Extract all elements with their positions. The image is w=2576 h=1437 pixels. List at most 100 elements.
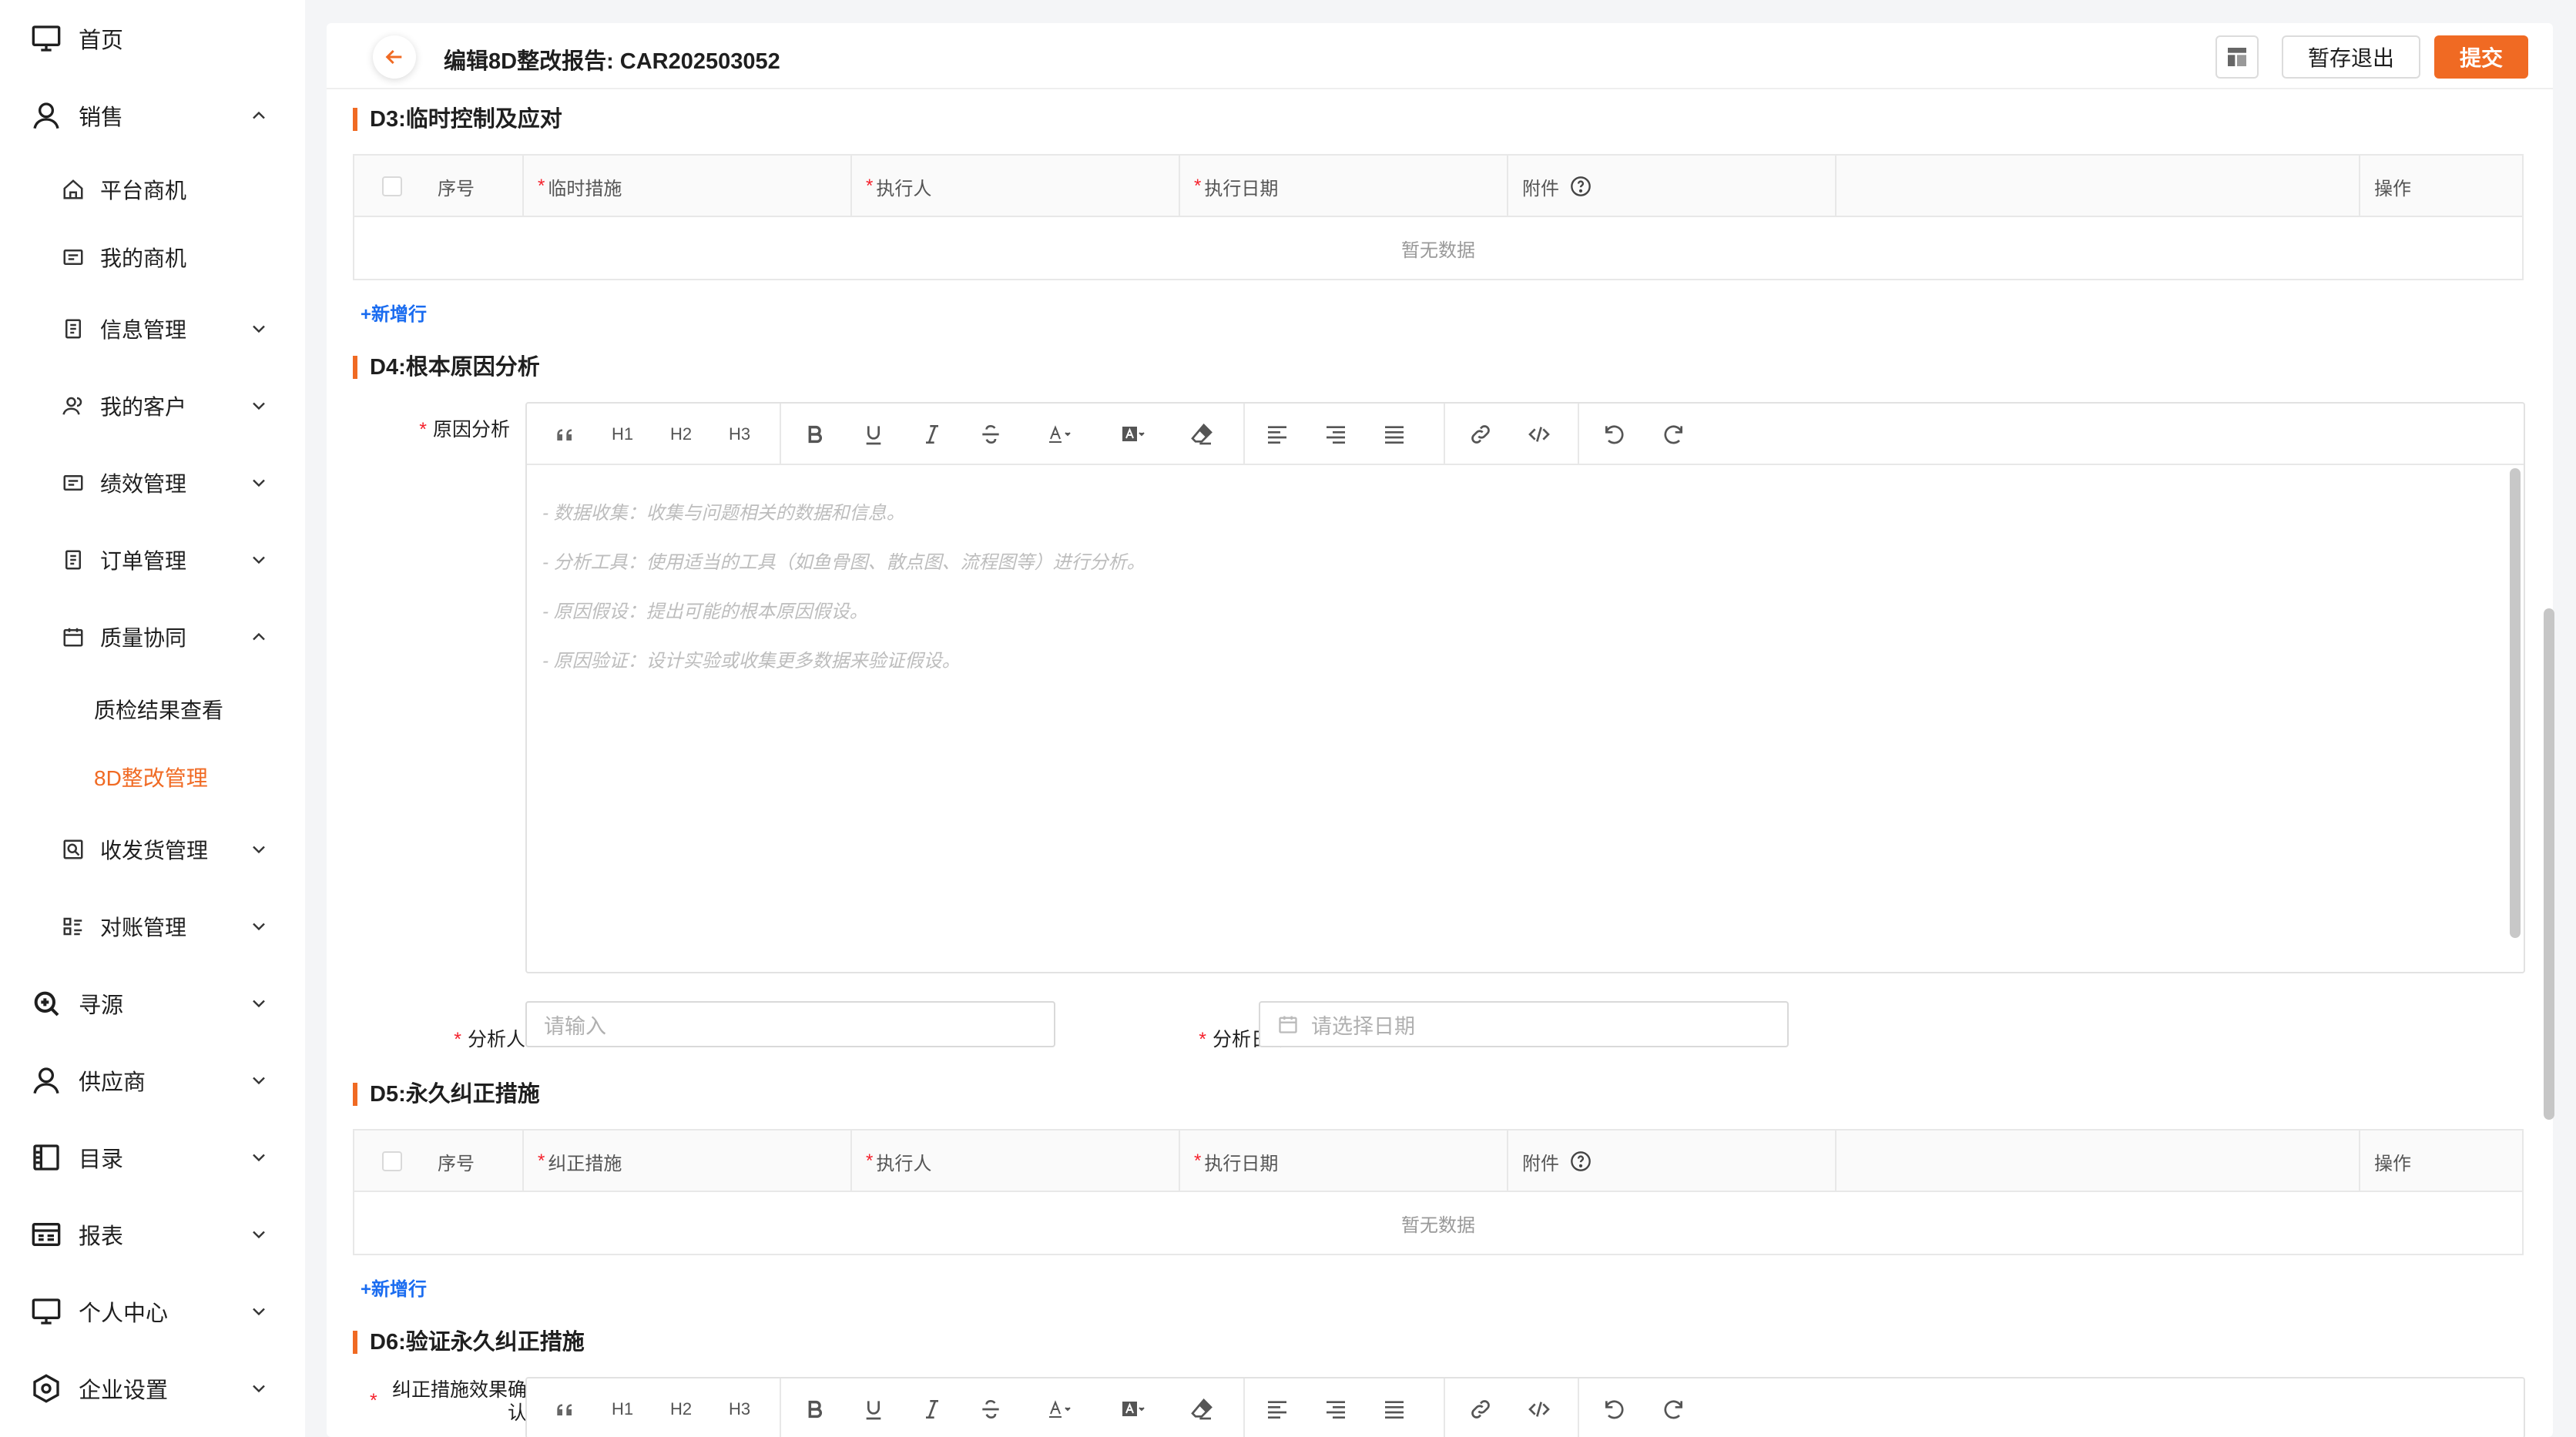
col-index: 序号 (416, 156, 524, 217)
h3-button[interactable]: H3 (724, 419, 755, 450)
h1-button[interactable]: H1 (607, 419, 638, 450)
col-measure: * 临时措施 (524, 156, 852, 217)
code-button[interactable] (1524, 419, 1555, 450)
align-left-button[interactable] (1262, 1394, 1293, 1425)
nav-label: 我的客户 (100, 395, 187, 419)
background-color-button[interactable] (1112, 1394, 1156, 1425)
analyst-input[interactable]: 请输入 (525, 1001, 1055, 1047)
code-button[interactable] (1524, 1394, 1555, 1425)
col-label: 临时措施 (548, 178, 622, 199)
help-icon[interactable] (1570, 176, 1592, 197)
underline-button[interactable] (858, 1394, 889, 1425)
toolbar-divider (1243, 1378, 1245, 1437)
nav-sales[interactable]: 销售 (0, 85, 305, 146)
align-justify-button[interactable] (1379, 419, 1410, 450)
h3-button[interactable]: H3 (724, 1394, 755, 1425)
back-button[interactable] (373, 35, 416, 79)
page-scrollbar[interactable] (2544, 608, 2554, 1120)
chevron-down-icon (248, 839, 270, 860)
font-color-button[interactable] (1038, 1394, 1082, 1425)
align-right-button[interactable] (1320, 1394, 1351, 1425)
undo-button[interactable] (1599, 1394, 1630, 1425)
bold-icon (808, 1400, 822, 1419)
select-all-cell (354, 156, 416, 217)
align-left-button[interactable] (1262, 419, 1293, 450)
align-justify-button[interactable] (1379, 1394, 1410, 1425)
background-color-button[interactable] (1112, 419, 1156, 450)
align-right-button[interactable] (1320, 419, 1351, 450)
save-exit-button[interactable]: 暂存退出 (2282, 35, 2420, 79)
strikethrough-button[interactable] (975, 419, 1006, 450)
nav-supplier[interactable]: 供应商 (0, 1050, 305, 1111)
users-icon (62, 394, 85, 417)
nav-performance[interactable]: 绩效管理 (0, 452, 305, 514)
nav-reconciliation[interactable]: 对账管理 (0, 896, 305, 957)
strikethrough-button[interactable] (975, 1394, 1006, 1425)
label-text: 原因分析 (432, 419, 510, 440)
nav-personal-center[interactable]: 个人中心 (0, 1281, 305, 1342)
redo-button[interactable] (1658, 1394, 1689, 1425)
col-attachment: 附件 (1508, 156, 1836, 217)
select-all-checkbox[interactable] (382, 176, 402, 196)
nav-enterprise-settings[interactable]: 企业设置 (0, 1358, 305, 1419)
code-icon (1528, 1402, 1550, 1417)
effect-confirm-label: * 纠正措施效果确 认 (350, 1378, 527, 1425)
h1-button[interactable]: H1 (607, 1394, 638, 1425)
nav-shipping[interactable]: 收发货管理 (0, 819, 305, 880)
align-justify-icon (1385, 426, 1404, 444)
nav-inspection-results[interactable]: 质检结果查看 (0, 678, 305, 740)
section-title-d3: D3:临时控制及应对 (353, 108, 562, 131)
chevron-down-icon (248, 472, 270, 494)
select-all-checkbox[interactable] (382, 1151, 402, 1171)
nav-8d-management[interactable]: 8D整改管理 (0, 746, 305, 808)
nav-platform-opportunity[interactable]: 平台商机 (0, 159, 305, 220)
nav-sourcing[interactable]: 寻源 (0, 973, 305, 1034)
nav-label: 企业设置 (79, 1378, 169, 1403)
layout-toggle-button[interactable] (2215, 35, 2259, 79)
font-color-button[interactable] (1038, 419, 1082, 450)
nav-label: 订单管理 (100, 549, 187, 573)
arrow-left-icon (385, 49, 402, 65)
list-icon (62, 915, 85, 938)
nav-catalog[interactable]: 目录 (0, 1127, 305, 1188)
submit-button[interactable]: 提交 (2434, 35, 2528, 79)
nav-my-customers[interactable]: 我的客户 (0, 375, 305, 437)
clear-format-button[interactable] (1186, 419, 1217, 450)
help-icon[interactable] (1570, 1151, 1592, 1172)
editor-content[interactable]: - 数据收集：收集与问题相关的数据和信息。 - 分析工具：使用适当的工具（如鱼骨… (527, 465, 2524, 972)
nav-info-management[interactable]: 信息管理 (0, 298, 305, 360)
nav-orders[interactable]: 订单管理 (0, 529, 305, 591)
bold-icon (808, 425, 822, 444)
select-all-cell (354, 1131, 416, 1192)
h2-button[interactable]: H2 (666, 419, 696, 450)
table-header: 序号 * 纠正措施 * 执行人 * 执行日期 附件 操作 (354, 1131, 2522, 1192)
d3-add-row-link[interactable]: +新增行 (361, 299, 427, 326)
nav-my-opportunity[interactable]: 我的商机 (0, 226, 305, 288)
editor-scrollbar[interactable] (2510, 468, 2521, 938)
clear-format-button[interactable] (1186, 1394, 1217, 1425)
bold-button[interactable] (800, 419, 830, 450)
strikethrough-icon (982, 424, 999, 444)
nav-quality[interactable]: 质量协同 (0, 606, 305, 668)
italic-button[interactable] (917, 1394, 948, 1425)
link-button[interactable] (1465, 419, 1496, 450)
nav-label: 寻源 (79, 993, 124, 1018)
analysis-date-picker[interactable]: 请选择日期 (1259, 1001, 1789, 1047)
blockquote-button[interactable] (550, 1394, 581, 1425)
redo-button[interactable] (1658, 419, 1689, 450)
nav-reports[interactable]: 报表 (0, 1204, 305, 1265)
bold-button[interactable] (800, 1394, 830, 1425)
chevron-down-icon (248, 1224, 270, 1245)
nav-label: 供应商 (79, 1070, 146, 1095)
undo-button[interactable] (1599, 419, 1630, 450)
nav-home[interactable]: 首页 (0, 8, 305, 69)
link-button[interactable] (1465, 1394, 1496, 1425)
d5-add-row-link[interactable]: +新增行 (361, 1274, 427, 1301)
italic-button[interactable] (917, 419, 948, 450)
sidebar: 首页 销售 平台商机 我的商机 信息管理 我的客户 绩效管理 订单管理 质量协同 (0, 0, 305, 1437)
h2-button[interactable]: H2 (666, 1394, 696, 1425)
blockquote-button[interactable] (550, 419, 581, 450)
label-text: 分析人 (467, 1029, 525, 1050)
underline-button[interactable] (858, 419, 889, 450)
nav-label: 我的商机 (100, 246, 187, 270)
